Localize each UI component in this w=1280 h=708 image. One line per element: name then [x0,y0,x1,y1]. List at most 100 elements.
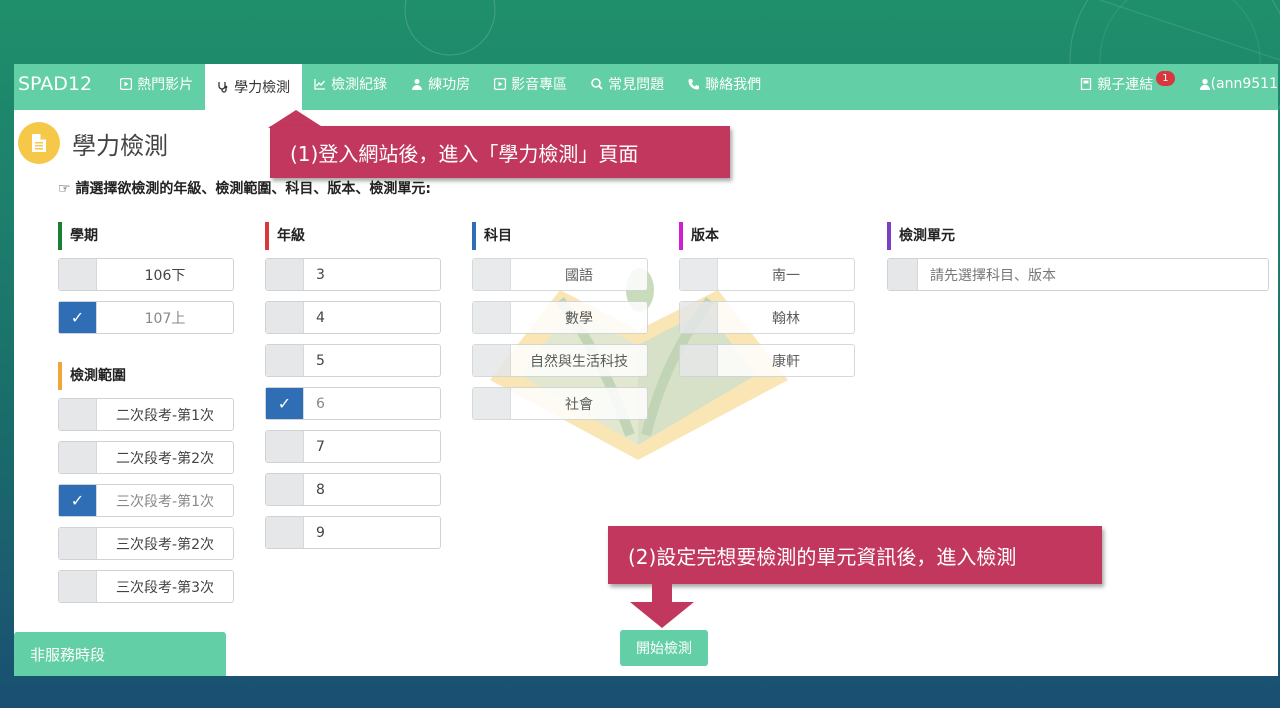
option-label: 5 [316,352,325,369]
nav-user-label: (ann9511 [1210,76,1278,92]
edition-option[interactable]: 翰林 [679,301,855,334]
nav-faq-label: 常見問題 [608,77,665,93]
option-label: 4 [316,309,325,326]
checkbox[interactable] [266,431,304,462]
nav-user-menu[interactable]: (ann9511 [1187,64,1278,104]
checkbox[interactable] [266,474,304,505]
nav-parent-link[interactable]: 親子連結 1 [1068,64,1186,104]
subject-column: 科目 國語 數學 自然與生活科技 社會 [472,222,648,430]
instruction-label: 請選擇欲檢測的年級、檢測範圍、科目、版本、檢測單元: [75,181,432,197]
checkbox[interactable] [266,345,304,376]
nav-assessment[interactable]: 學力檢測 [205,64,303,110]
checkbox[interactable] [59,528,97,559]
subject-option[interactable]: 社會 [472,387,648,420]
page-heading: 學力檢測 [18,122,168,164]
navbar-right: 親子連結 1 (ann9511 [1068,64,1278,110]
option-label: 6 [316,395,325,412]
nav-hot-videos[interactable]: 熱門影片 [108,64,205,104]
semester-option[interactable]: 106下 [58,258,234,291]
checkbox[interactable] [266,302,304,333]
grade-option[interactable]: 5 [265,344,441,377]
checkbox[interactable] [473,345,511,376]
checkbox[interactable] [680,345,718,376]
checkbox[interactable] [680,259,718,290]
option-label: 8 [316,481,325,498]
nav-faq[interactable]: 常見問題 [579,64,676,104]
subject-option[interactable]: 自然與生活科技 [472,344,648,377]
check-icon[interactable]: ✓ [59,302,97,333]
nav-practice-room[interactable]: 練功房 [399,64,482,104]
option-label: 107上 [144,310,186,327]
nav-test-records[interactable]: 檢測紀錄 [302,64,399,104]
grade-option[interactable]: 9 [265,516,441,549]
checkbox[interactable] [266,517,304,548]
stethoscope-icon [218,82,228,93]
nav-assessment-label: 學力檢測 [234,80,291,96]
scope-option[interactable]: ✓ 三次段考-第1次 [58,484,234,517]
service-status: 非服務時段 [14,632,226,676]
scope-option[interactable]: 三次段考-第3次 [58,570,234,603]
option-label: 國語 [565,267,593,284]
edition-option[interactable]: 南一 [679,258,855,291]
line-chart-icon [314,79,326,90]
option-label: 二次段考-第2次 [116,450,214,467]
user-tie-icon [412,79,423,90]
semester-title: 學期 [58,222,234,250]
check-icon[interactable]: ✓ [266,388,304,419]
scope-option[interactable]: 二次段考-第2次 [58,441,234,474]
start-test-button[interactable]: 開始檢測 [620,630,708,666]
grade-option[interactable]: 3 [265,258,441,291]
nav-practice-room-label: 練功房 [428,77,471,93]
subject-option[interactable]: 數學 [472,301,648,334]
check-icon[interactable]: ✓ [59,485,97,516]
document-icon [18,122,60,164]
phone-icon [688,79,700,90]
user-icon [1199,78,1210,90]
page-title: 學力檢測 [72,131,168,160]
callout-step2: (2)設定完想要檢測的單元資訊後，進入檢測 [608,526,1102,584]
callout-arrow-down-icon [630,584,694,628]
unit-column: 檢測單元 請先選擇科目、版本 [887,222,1269,301]
option-label: 翰林 [772,310,800,327]
semester-option[interactable]: ✓ 107上 [58,301,234,334]
unit-selector[interactable]: 請先選擇科目、版本 [887,258,1269,291]
checkbox[interactable] [59,442,97,473]
play-square-icon [120,78,133,90]
grade-option[interactable]: 4 [265,301,441,334]
instruction-text: ☞ 請選擇欲檢測的年級、檢測範圍、科目、版本、檢測單元: [58,178,431,198]
grade-option[interactable]: 8 [265,473,441,506]
subject-title: 科目 [472,222,648,250]
nav-contact-label: 聯絡我們 [705,77,762,93]
checkbox[interactable] [59,571,97,602]
nav-test-records-label: 檢測紀錄 [331,77,388,93]
scope-option[interactable]: 二次段考-第1次 [58,398,234,431]
grade-option[interactable]: 7 [265,430,441,463]
checkbox[interactable] [473,259,511,290]
scope-option[interactable]: 三次段考-第2次 [58,527,234,560]
checkbox[interactable] [266,259,304,290]
notification-badge: 1 [1156,70,1175,86]
nav-media-zone[interactable]: 影音專區 [482,64,579,104]
option-label: 南一 [772,267,800,284]
option-label: 3 [316,266,325,283]
top-navbar: SPAD12 熱門影片 學力檢測 檢測紀錄 練功房 影音專區 常見問題 聯絡我們 [14,64,1278,110]
checkbox[interactable] [59,399,97,430]
unit-title: 檢測單元 [887,222,1269,250]
checkbox[interactable] [888,259,918,290]
option-label: 三次段考-第3次 [116,579,214,596]
pointing-hand-icon: ☞ [58,181,71,197]
checkbox[interactable] [59,259,97,290]
nav-contact[interactable]: 聯絡我們 [676,64,773,104]
grade-option[interactable]: ✓ 6 [265,387,441,420]
brand-logo[interactable]: SPAD12 [14,64,108,110]
subject-option[interactable]: 國語 [472,258,648,291]
edition-title: 版本 [679,222,855,250]
checkbox[interactable] [473,302,511,333]
checkbox[interactable] [473,388,511,419]
grade-title: 年級 [265,222,441,250]
nav-media-zone-label: 影音專區 [511,77,568,93]
option-label: 二次段考-第1次 [116,407,214,424]
checkbox[interactable] [680,302,718,333]
play-square-icon [494,78,507,90]
edition-option[interactable]: 康軒 [679,344,855,377]
